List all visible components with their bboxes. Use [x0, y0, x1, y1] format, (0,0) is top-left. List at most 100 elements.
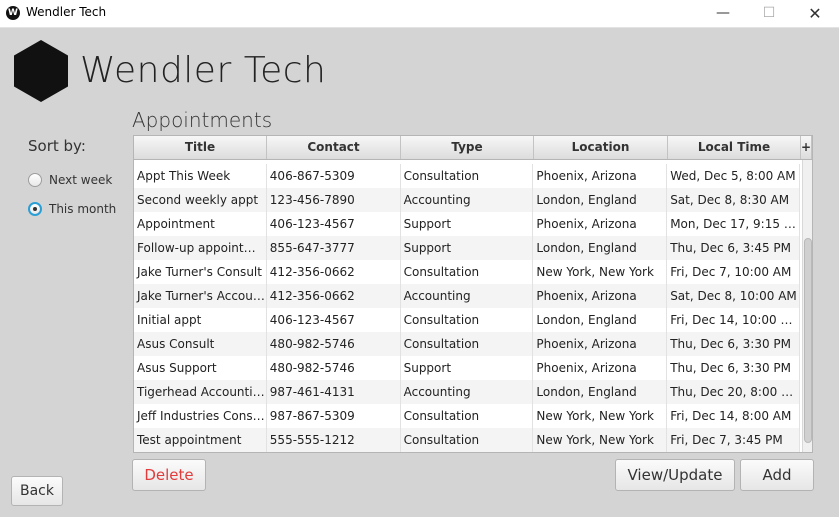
cell-contact: 987-461-4131 — [267, 380, 401, 404]
cell-type: Accounting — [401, 380, 534, 404]
cell-type: Consultation — [401, 308, 534, 332]
radio-selected-icon — [28, 202, 42, 216]
cell-local-time: Fri, Dec 14, 8:00 AM — [667, 404, 800, 428]
app-icon: W — [6, 6, 20, 20]
cell-location: Phoenix, Arizona — [533, 164, 668, 188]
cell-local-time: Wed, Dec 5, 8:00 AM — [667, 164, 800, 188]
column-header-contact[interactable]: Contact — [267, 136, 401, 159]
cell-type: Consultation — [401, 260, 534, 284]
maximize-button[interactable]: ☐ — [746, 0, 792, 27]
column-menu-plus-icon[interactable]: + — [801, 136, 812, 159]
brand-name: Wendler Tech — [80, 50, 327, 91]
table-header: Title Contact Type Location Local Time + — [134, 136, 812, 160]
cell-location: New York, New York — [533, 404, 668, 428]
column-header-title[interactable]: Title — [134, 136, 267, 159]
cell-location: Phoenix, Arizona — [533, 284, 668, 308]
cell-title: Jake Turner's Accounting — [134, 284, 267, 308]
vertical-scrollbar[interactable] — [802, 160, 812, 452]
appointments-heading: Appointments — [132, 108, 273, 132]
hexagon-logo-icon — [14, 40, 68, 102]
radio-circle-icon — [28, 173, 42, 187]
column-header-location[interactable]: Location — [534, 136, 668, 159]
back-button[interactable]: Back — [11, 476, 63, 506]
cell-contact: 480-982-5746 — [267, 356, 401, 380]
app-window: W Wendler Tech — ☐ ✕ Wendler Tech Sort b… — [0, 0, 839, 517]
table-row[interactable]: Follow-up appointment 855-647-3777 Support… — [134, 236, 800, 260]
radio-this-month[interactable]: This month — [28, 200, 116, 218]
cell-location: New York, New York — [533, 260, 668, 284]
cell-contact: 412-356-0662 — [267, 284, 401, 308]
cell-title: Initial appt — [134, 308, 267, 332]
cell-title: Second weekly appt — [134, 188, 267, 212]
cell-title: Asus Support — [134, 356, 267, 380]
cell-type: Consultation — [401, 164, 534, 188]
cell-location: London, England — [533, 188, 668, 212]
cell-contact: 123-456-7890 — [267, 188, 401, 212]
cell-type: Consultation — [401, 332, 534, 356]
table-row[interactable]: Appt This Week 406-867-5309 Consultation Ph… — [134, 164, 800, 188]
table-row[interactable]: Appointment 406-123-4567 Support Phoenix, A… — [134, 212, 800, 236]
cell-local-time: Fri, Dec 14, 10:00 AM — [667, 308, 800, 332]
column-header-local-time[interactable]: Local Time — [668, 136, 801, 159]
cell-type: Accounting — [401, 284, 534, 308]
table-row[interactable]: Initial appt 406-123-4567 Consultation Lond… — [134, 308, 800, 332]
cell-location: Phoenix, Arizona — [533, 356, 668, 380]
table-row[interactable]: Asus Support 480-982-5746 Support Phoenix, … — [134, 356, 800, 380]
cell-title: Jeff Industries Consult — [134, 404, 267, 428]
cell-location: Phoenix, Arizona — [533, 212, 668, 236]
table-row[interactable]: Tigerhead Accounting 987-461-4131 Accounti… — [134, 380, 800, 404]
cell-title: Asus Consult — [134, 332, 267, 356]
cell-contact: 412-356-0662 — [267, 260, 401, 284]
cell-title: Tigerhead Accounting — [134, 380, 267, 404]
column-header-type[interactable]: Type — [401, 136, 534, 159]
cell-type: Support — [401, 212, 534, 236]
cell-contact: 555-555-1212 — [267, 428, 401, 452]
cell-local-time: Mon, Dec 17, 9:15 AM — [667, 212, 800, 236]
cell-title: Appointment — [134, 212, 267, 236]
cell-location: London, England — [533, 236, 668, 260]
cell-title: Jake Turner's Consult — [134, 260, 267, 284]
cell-type: Support — [401, 356, 534, 380]
cell-local-time: Thu, Dec 6, 3:30 PM — [667, 332, 800, 356]
radio-label: Next week — [49, 173, 113, 187]
cell-title: Appt This Week — [134, 164, 267, 188]
cell-title: Test appointment — [134, 428, 267, 452]
cell-local-time: Sat, Dec 8, 8:30 AM — [667, 188, 800, 212]
window-title: Wendler Tech — [26, 5, 107, 19]
cell-location: Phoenix, Arizona — [533, 332, 668, 356]
close-button[interactable]: ✕ — [792, 0, 838, 27]
cell-title: Follow-up appointment — [134, 236, 267, 260]
table-row[interactable]: Asus Consult 480-982-5746 Consultation Phoe… — [134, 332, 800, 356]
radio-next-week[interactable]: Next week — [28, 171, 112, 189]
table-row[interactable]: Jake Turner's Accounting412-356-0662Acco… — [134, 284, 800, 308]
cell-contact: 406-867-5309 — [267, 164, 401, 188]
cell-type: Consultation — [401, 428, 534, 452]
cell-local-time: Sat, Dec 8, 10:00 AM — [667, 284, 800, 308]
minimize-button[interactable]: — — [700, 0, 746, 27]
view-update-button[interactable]: View/Update — [615, 459, 735, 491]
cell-local-time: Thu, Dec 20, 8:00 AM — [667, 380, 800, 404]
title-bar: W Wendler Tech — ☐ ✕ — [0, 0, 839, 28]
cell-location: New York, New York — [533, 428, 668, 452]
table-row[interactable]: Jake Turner's Consult 412-356-0662 Consult… — [134, 260, 800, 284]
cell-type: Support — [401, 236, 534, 260]
table-row[interactable]: Test appointment 555-555-1212 Consultation… — [134, 428, 800, 452]
cell-location: London, England — [533, 308, 668, 332]
table-row[interactable]: Second weekly appt 123-456-7890 Accounting… — [134, 188, 800, 212]
cell-local-time: Fri, Dec 7, 3:45 PM — [667, 428, 800, 452]
cell-contact: 480-982-5746 — [267, 332, 401, 356]
table-row[interactable]: Jeff Industries Consult 987-867-5309 Consu… — [134, 404, 800, 428]
cell-type: Consultation — [401, 404, 534, 428]
table-body: Appt This Week 406-867-5309 Consultation Ph… — [134, 164, 800, 452]
appointments-table[interactable]: Title Contact Type Location Local Time +… — [133, 135, 813, 453]
radio-label: This month — [49, 202, 117, 216]
scrollbar-thumb[interactable] — [804, 238, 812, 443]
add-button[interactable]: Add — [740, 459, 814, 491]
cell-type: Accounting — [401, 188, 534, 212]
cell-contact: 987-867-5309 — [267, 404, 401, 428]
delete-button[interactable]: Delete — [132, 459, 206, 491]
cell-contact: 406-123-4567 — [267, 308, 401, 332]
cell-local-time: Thu, Dec 6, 3:45 PM — [667, 236, 800, 260]
sort-by-label: Sort by: — [28, 137, 86, 155]
cell-local-time: Thu, Dec 6, 3:30 PM — [667, 356, 800, 380]
